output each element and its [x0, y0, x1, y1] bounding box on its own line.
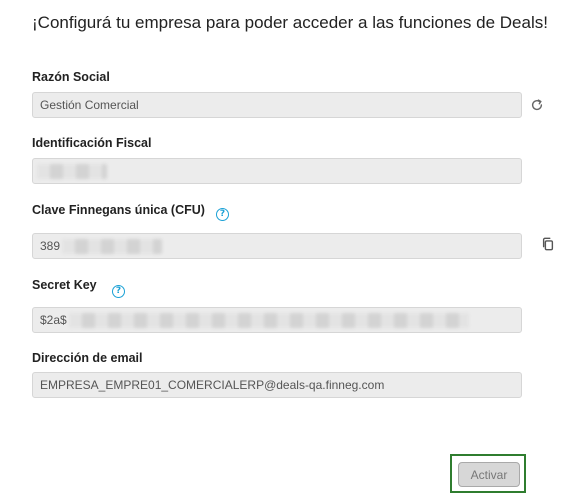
razon-social-label: Razón Social: [32, 70, 110, 84]
secret-key-label: Secret Key: [32, 278, 97, 292]
secret-key-help-icon[interactable]: ?: [112, 285, 125, 298]
identificacion-fiscal-field[interactable]: [32, 158, 522, 184]
activate-button[interactable]: Activar: [458, 462, 520, 487]
email-label: Dirección de email: [32, 351, 143, 365]
redacted-value-blur: [68, 312, 469, 328]
page-heading: ¡Configurá tu empresa para poder acceder…: [32, 13, 548, 32]
clave-cfu-field[interactable]: 389: [32, 233, 522, 259]
copy-icon[interactable]: [541, 237, 555, 251]
redacted-value-blur: [37, 163, 107, 179]
clave-cfu-label: Clave Finnegans única (CFU): [32, 203, 205, 217]
activate-button-focus-ring: Activar: [450, 454, 526, 493]
refresh-icon[interactable]: [530, 98, 544, 112]
clave-cfu-value: 389: [40, 239, 61, 253]
identificacion-fiscal-label: Identificación Fiscal: [32, 136, 152, 150]
clave-cfu-help-icon[interactable]: ?: [216, 208, 229, 221]
razon-social-value: Gestión Comercial: [40, 98, 139, 112]
redacted-value-blur: [62, 238, 163, 254]
secret-key-field[interactable]: $2a$: [32, 307, 522, 333]
email-value: EMPRESA_EMPRE01_COMERCIALERP@deals-qa.fi…: [40, 378, 385, 392]
email-field[interactable]: EMPRESA_EMPRE01_COMERCIALERP@deals-qa.fi…: [32, 372, 522, 398]
razon-social-field[interactable]: Gestión Comercial: [32, 92, 522, 118]
secret-key-value: $2a$: [40, 313, 67, 327]
